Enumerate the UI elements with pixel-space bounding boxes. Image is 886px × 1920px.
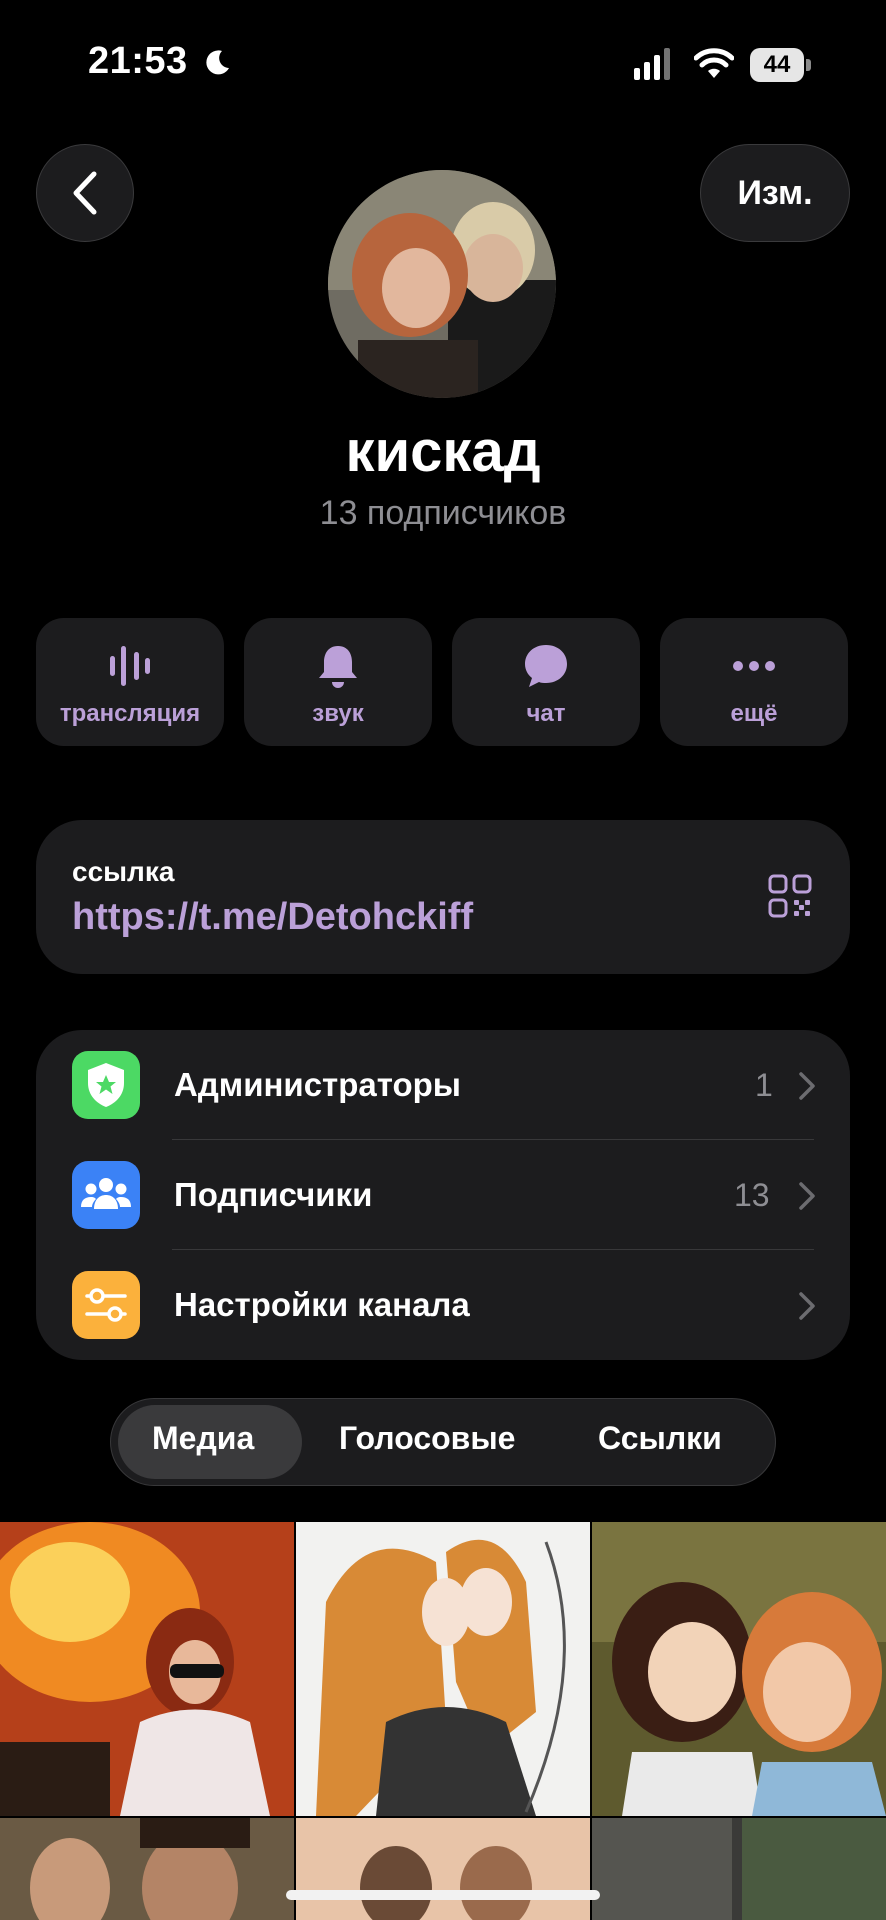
link-caption: ссылка bbox=[72, 856, 175, 887]
wifi-icon bbox=[694, 48, 734, 78]
bell-icon bbox=[319, 646, 357, 688]
tab-voice[interactable]: Голосовые bbox=[339, 1420, 515, 1457]
cellular-signal-icon bbox=[634, 48, 670, 80]
channel-name: кискад bbox=[345, 419, 541, 484]
subscribers-row[interactable] bbox=[36, 1140, 850, 1250]
media-thumbnail[interactable] bbox=[296, 1522, 590, 1816]
qr-code-icon[interactable] bbox=[768, 874, 812, 918]
live-waveform-icon bbox=[110, 646, 150, 686]
sliders-icon bbox=[72, 1271, 140, 1339]
subscriber-count: 13 подписчиков bbox=[319, 494, 567, 532]
more-dots-icon bbox=[733, 661, 775, 671]
live-stream-label: трансляция bbox=[59, 700, 201, 727]
chat-button[interactable]: чат bbox=[452, 618, 640, 746]
moon-icon bbox=[206, 50, 229, 75]
channel-link[interactable]: https://t.me/Detohckiff bbox=[72, 896, 473, 939]
battery-indicator: 44 bbox=[750, 48, 812, 82]
chat-label: чат bbox=[526, 700, 566, 727]
channel-avatar[interactable] bbox=[328, 170, 556, 398]
chat-bubble-icon bbox=[525, 645, 567, 687]
status-time: 21:53 bbox=[88, 40, 188, 82]
live-stream-button[interactable]: трансляция bbox=[36, 618, 224, 746]
channel-settings-label: Настройки канала bbox=[174, 1286, 470, 1323]
media-thumbnail[interactable] bbox=[296, 1818, 590, 1920]
edit-button[interactable]: Изм. bbox=[700, 144, 850, 242]
more-label: ещё bbox=[730, 700, 778, 727]
battery-level: 44 bbox=[763, 51, 791, 78]
media-thumbnail[interactable] bbox=[592, 1522, 886, 1816]
subscribers-count: 13 bbox=[734, 1177, 770, 1213]
chevron-right-icon bbox=[799, 1292, 815, 1320]
sound-label: звук bbox=[312, 700, 364, 727]
media-thumbnail[interactable] bbox=[0, 1818, 294, 1920]
chevron-right-icon bbox=[799, 1182, 815, 1210]
subscribers-label: Подписчики bbox=[174, 1176, 373, 1213]
media-thumbnail[interactable] bbox=[592, 1818, 886, 1920]
sound-button[interactable]: звук bbox=[244, 618, 432, 746]
home-indicator[interactable] bbox=[286, 1890, 600, 1900]
admins-count: 1 bbox=[755, 1067, 773, 1103]
people-icon bbox=[72, 1161, 140, 1229]
media-thumbnail[interactable] bbox=[0, 1522, 294, 1816]
chevron-right-icon bbox=[799, 1072, 815, 1100]
admin-shield-icon bbox=[72, 1051, 140, 1119]
tab-links[interactable]: Ссылки bbox=[598, 1420, 722, 1457]
chevron-left-icon bbox=[73, 171, 97, 215]
back-button[interactable] bbox=[36, 144, 134, 242]
more-button[interactable]: ещё bbox=[660, 618, 848, 746]
admins-label: Администраторы bbox=[174, 1066, 461, 1103]
tab-media[interactable]: Медиа bbox=[152, 1420, 254, 1457]
